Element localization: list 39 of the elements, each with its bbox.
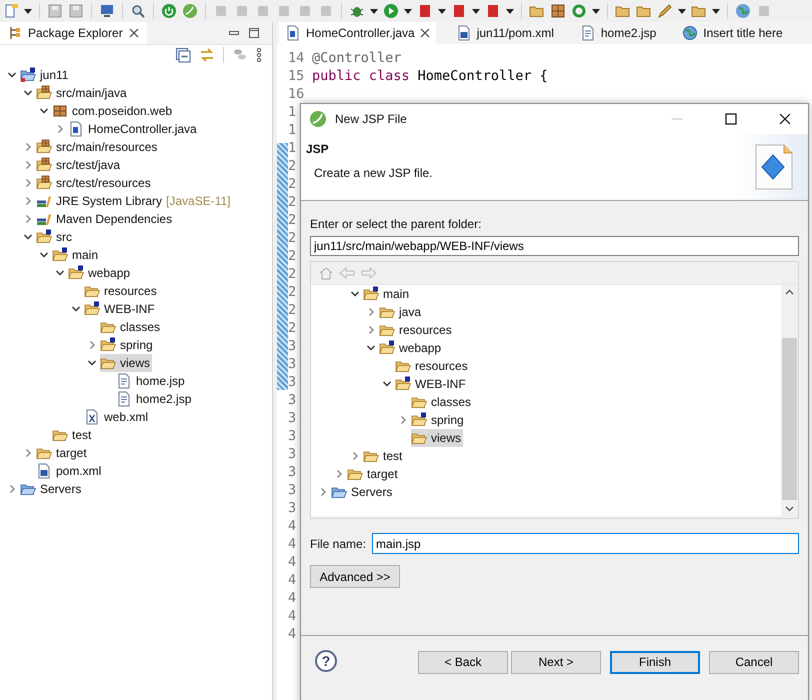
- page-heading: JSP: [306, 142, 330, 156]
- line-number: 2: [287, 194, 298, 210]
- line-number: 3: [287, 392, 298, 408]
- line-number: 2: [287, 284, 298, 300]
- line-number: 2: [287, 248, 298, 264]
- line-number: 2: [287, 266, 298, 282]
- line-number: 4: [287, 518, 298, 534]
- line-number: 4: [287, 590, 298, 606]
- line-number: 3: [287, 410, 298, 426]
- line-number: 3: [287, 428, 298, 444]
- line-number: 2: [287, 302, 298, 318]
- folder-label: Enter or select the parent folder:: [310, 217, 482, 231]
- line-number: 2: [287, 230, 298, 246]
- line-number: 1: [287, 122, 298, 138]
- line-number: 3: [287, 464, 298, 480]
- line-number: 14: [287, 50, 306, 66]
- line-number: 4: [287, 626, 298, 642]
- line-number: 3: [287, 356, 298, 372]
- line-number: 1: [287, 104, 298, 120]
- line-number: 4: [287, 536, 298, 552]
- line-number: 2: [287, 212, 298, 228]
- line-number: 3: [287, 482, 298, 498]
- line-number: 3: [287, 500, 298, 516]
- line-number: 15: [287, 68, 306, 84]
- file-name-label: File name:: [310, 536, 366, 550]
- line-number: 3: [287, 446, 298, 462]
- line-number: 2: [287, 158, 298, 174]
- dialog-title: New JSP File: [335, 112, 407, 126]
- line-number: 3: [287, 374, 298, 390]
- line-number: 2: [287, 176, 298, 192]
- code-line: @Controller: [312, 50, 402, 66]
- line-number: 4: [287, 608, 298, 624]
- line-number: 4: [287, 572, 298, 588]
- line-number: 3: [287, 338, 298, 354]
- line-number: 16: [287, 86, 306, 102]
- line-number: 4: [287, 554, 298, 570]
- code-line: public class HomeController {: [312, 68, 548, 84]
- line-number: 2: [287, 320, 298, 336]
- page-description: Create a new JSP file.: [313, 166, 433, 180]
